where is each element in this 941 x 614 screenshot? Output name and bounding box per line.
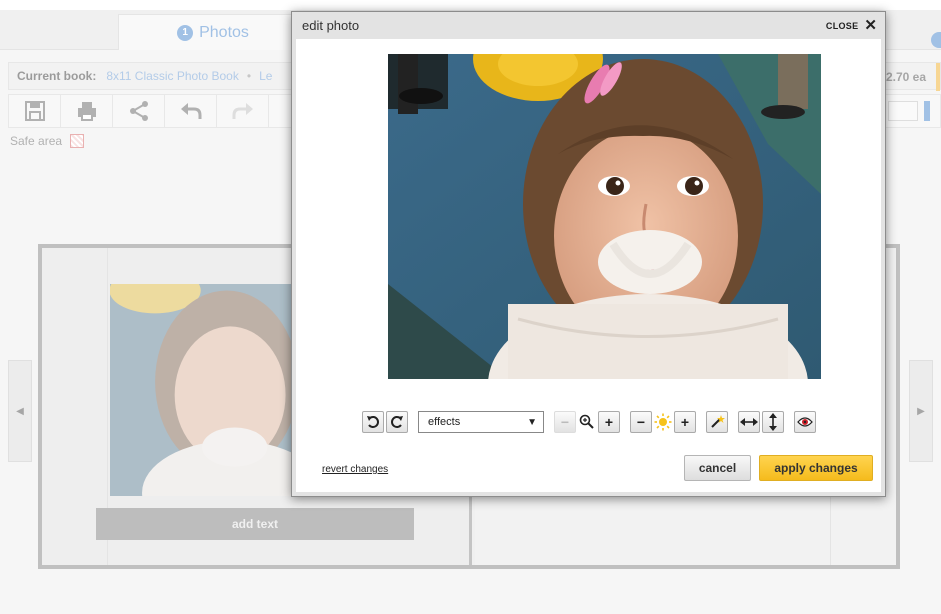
photo-image — [388, 54, 821, 379]
brightness-indicator — [652, 411, 674, 433]
close-label: CLOSE — [825, 20, 859, 31]
zoom-indicator — [576, 411, 598, 433]
red-eye-icon — [797, 417, 813, 427]
effects-value: effects — [428, 416, 461, 428]
flip-vertical-icon — [769, 413, 777, 431]
effects-select[interactable]: effects ▼ — [418, 411, 544, 433]
photo-preview — [388, 54, 821, 379]
close-button[interactable]: CLOSE ✕ — [826, 18, 877, 33]
magnifier-icon — [579, 414, 594, 429]
rotate-left-icon — [367, 416, 379, 428]
zoom-out-button[interactable]: − — [554, 411, 576, 433]
brightness-up-button[interactable]: + — [674, 411, 696, 433]
chevron-down-icon: ▼ — [527, 417, 537, 428]
cancel-button[interactable]: cancel — [684, 455, 751, 481]
rotate-right-button[interactable] — [386, 411, 408, 433]
flip-vertical-button[interactable] — [762, 411, 784, 433]
photo-edit-controls: effects ▼ − + − + — [362, 411, 842, 433]
rotate-right-icon — [391, 416, 403, 428]
dialog-header: edit photo CLOSE ✕ — [292, 12, 885, 39]
edit-photo-dialog: edit photo CLOSE ✕ effects ▼ − + − + rev… — [291, 11, 886, 497]
brightness-down-button[interactable]: − — [630, 411, 652, 433]
zoom-in-button[interactable]: + — [598, 411, 620, 433]
rotate-left-button[interactable] — [362, 411, 384, 433]
sun-icon — [654, 413, 672, 431]
revert-changes-link[interactable]: revert changes — [322, 464, 388, 475]
dialog-title: edit photo — [302, 18, 360, 33]
magic-wand-icon — [711, 415, 725, 428]
dialog-body: effects ▼ − + − + revert changes cancel … — [296, 39, 881, 492]
apply-changes-button[interactable]: apply changes — [759, 455, 873, 481]
auto-fix-button[interactable] — [706, 411, 728, 433]
red-eye-button[interactable] — [794, 411, 816, 433]
flip-horizontal-icon — [740, 418, 758, 426]
close-icon: ✕ — [864, 17, 877, 34]
flip-horizontal-button[interactable] — [738, 411, 760, 433]
